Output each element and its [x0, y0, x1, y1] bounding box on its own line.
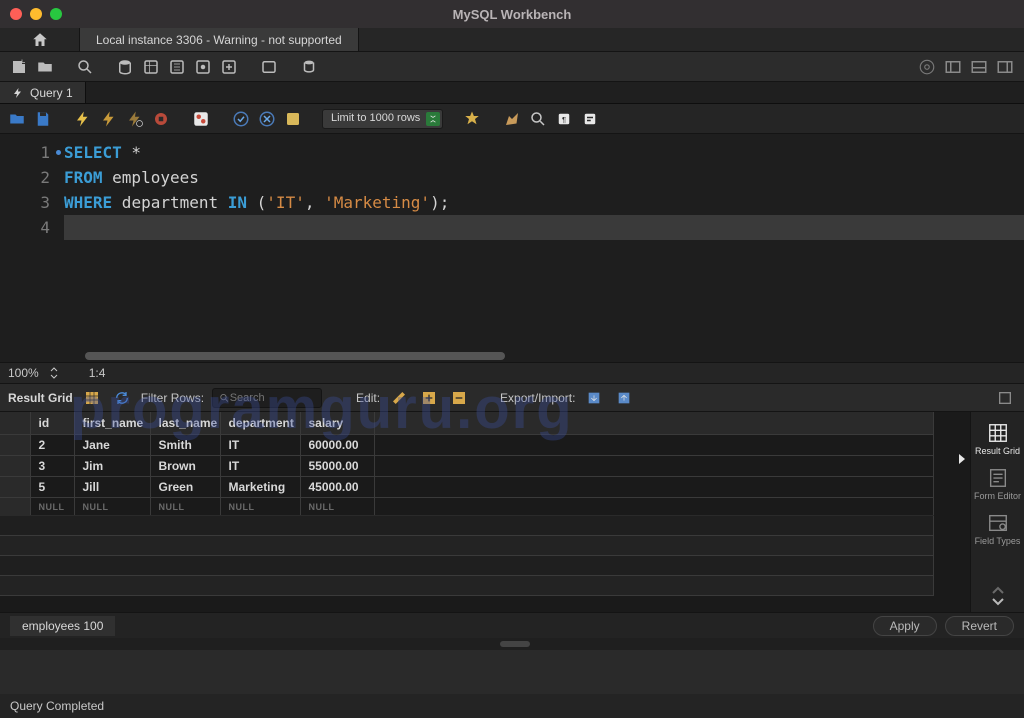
revert-button[interactable]: Revert [945, 616, 1014, 636]
side-result-grid[interactable]: Result Grid [974, 418, 1022, 461]
table-row: 2JaneSmithIT60000.00 [0, 435, 934, 456]
explain-icon[interactable] [124, 108, 146, 130]
zoom-window-button[interactable] [50, 8, 62, 20]
edit-label: Edit: [356, 391, 380, 405]
result-table[interactable]: id first_name last_name department salar… [0, 412, 970, 612]
result-side-panel: Result Grid Form Editor Field Types [970, 412, 1024, 612]
reconnect-icon[interactable] [258, 56, 280, 78]
refresh-icon[interactable] [111, 387, 133, 409]
save-file-icon[interactable] [32, 108, 54, 130]
code-area[interactable]: SELECT * FROM employees WHERE department… [64, 134, 1024, 362]
invisible-chars-icon[interactable]: ¶ [553, 108, 575, 130]
minimize-window-button[interactable] [30, 8, 42, 20]
autocommit-icon[interactable] [282, 108, 304, 130]
panel-right-icon[interactable] [994, 56, 1016, 78]
side-form-editor[interactable]: Form Editor [974, 463, 1022, 506]
beautify-icon[interactable] [501, 108, 523, 130]
apply-bar: employees 100 Apply Revert [0, 612, 1024, 638]
query-tab[interactable]: Query 1 [0, 82, 86, 103]
side-field-types[interactable]: Field Types [974, 508, 1022, 551]
table-row-null: NULLNULLNULLNULLNULL [0, 498, 934, 516]
filter-rows-label: Filter Rows: [141, 391, 204, 405]
db-icon-1[interactable] [114, 56, 136, 78]
filter-search-input[interactable] [212, 388, 322, 408]
collapse-side-icon[interactable] [956, 452, 968, 469]
sql-editor[interactable]: 1 2 3 4 SELECT * FROM employees WHERE de… [0, 134, 1024, 362]
rollback-icon[interactable] [256, 108, 278, 130]
stop-icon[interactable] [150, 108, 172, 130]
home-icon [31, 31, 49, 49]
export-import-label: Export/Import: [500, 391, 575, 405]
apply-button[interactable]: Apply [873, 616, 937, 636]
connection-tab-label: Local instance 3306 - Warning - not supp… [96, 33, 342, 47]
zoom-stepper-icon[interactable] [49, 367, 59, 379]
db-icon-5[interactable] [218, 56, 240, 78]
status-bar: Query Completed [0, 694, 1024, 718]
editor-toolbar: Limit to 1000 rows ¶ [0, 104, 1024, 134]
editor-hscrollbar[interactable] [85, 352, 1014, 362]
col-id[interactable]: id [30, 412, 74, 435]
add-row-icon[interactable] [418, 387, 440, 409]
limit-rows-select[interactable]: Limit to 1000 rows [322, 109, 443, 129]
query-tab-bar: Query 1 [0, 82, 1024, 104]
dropdown-caret-icon [426, 112, 440, 126]
line-gutter: 1 2 3 4 [0, 134, 64, 362]
import-icon[interactable] [613, 387, 635, 409]
field-types-icon [987, 512, 1009, 534]
open-file-icon[interactable] [6, 108, 28, 130]
connection-tab[interactable]: Local instance 3306 - Warning - not supp… [80, 28, 359, 51]
home-tab[interactable] [0, 28, 80, 51]
open-sql-icon[interactable] [34, 56, 56, 78]
editor-info-bar: 100% 1:4 [0, 362, 1024, 384]
window-title: MySQL Workbench [0, 7, 1024, 22]
db-icon-3[interactable] [166, 56, 188, 78]
bottom-hscrollbar[interactable] [0, 638, 1024, 650]
table-row: 3JimBrownIT55000.00 [0, 456, 934, 477]
connection-tab-bar: Local instance 3306 - Warning - not supp… [0, 28, 1024, 52]
server-icon[interactable] [298, 56, 320, 78]
table-row: 5JillGreenMarketing45000.00 [0, 477, 934, 498]
wrap-icon[interactable] [579, 108, 601, 130]
favorite-icon[interactable] [461, 108, 483, 130]
new-sql-tab-icon[interactable] [8, 56, 30, 78]
query-tab-label: Query 1 [30, 86, 73, 100]
wrap-cell-icon[interactable] [994, 387, 1016, 409]
panel-bottom-icon[interactable] [968, 56, 990, 78]
toggle-icon[interactable] [190, 108, 212, 130]
cursor-position: 1:4 [89, 366, 106, 380]
main-toolbar [0, 52, 1024, 82]
db-icon-4[interactable] [192, 56, 214, 78]
execute-all-icon[interactable] [72, 108, 94, 130]
col-salary[interactable]: salary [300, 412, 374, 435]
zoom-level: 100% [8, 366, 39, 380]
settings-icon[interactable] [916, 56, 938, 78]
result-tab[interactable]: employees 100 [10, 616, 115, 636]
find-icon[interactable] [527, 108, 549, 130]
svg-text:¶: ¶ [562, 115, 566, 124]
grid-icon [987, 422, 1009, 444]
db-icon-2[interactable] [140, 56, 162, 78]
search-icon [219, 392, 230, 404]
panel-left-icon[interactable] [942, 56, 964, 78]
lightning-icon [12, 87, 24, 99]
inspector-icon[interactable] [74, 56, 96, 78]
col-last-name[interactable]: last_name [150, 412, 220, 435]
side-scroll-icon[interactable] [990, 586, 1006, 606]
form-icon [987, 467, 1009, 489]
result-toolbar: Result Grid Filter Rows: Edit: Export/Im… [0, 384, 1024, 412]
grid-view-icon[interactable] [81, 387, 103, 409]
export-icon[interactable] [583, 387, 605, 409]
titlebar: MySQL Workbench [0, 0, 1024, 28]
delete-row-icon[interactable] [448, 387, 470, 409]
close-window-button[interactable] [10, 8, 22, 20]
col-first-name[interactable]: first_name [74, 412, 150, 435]
commit-icon[interactable] [230, 108, 252, 130]
col-department[interactable]: department [220, 412, 300, 435]
edit-row-icon[interactable] [388, 387, 410, 409]
result-grid-label: Result Grid [8, 391, 73, 405]
status-text: Query Completed [10, 699, 104, 713]
execute-current-icon[interactable] [98, 108, 120, 130]
